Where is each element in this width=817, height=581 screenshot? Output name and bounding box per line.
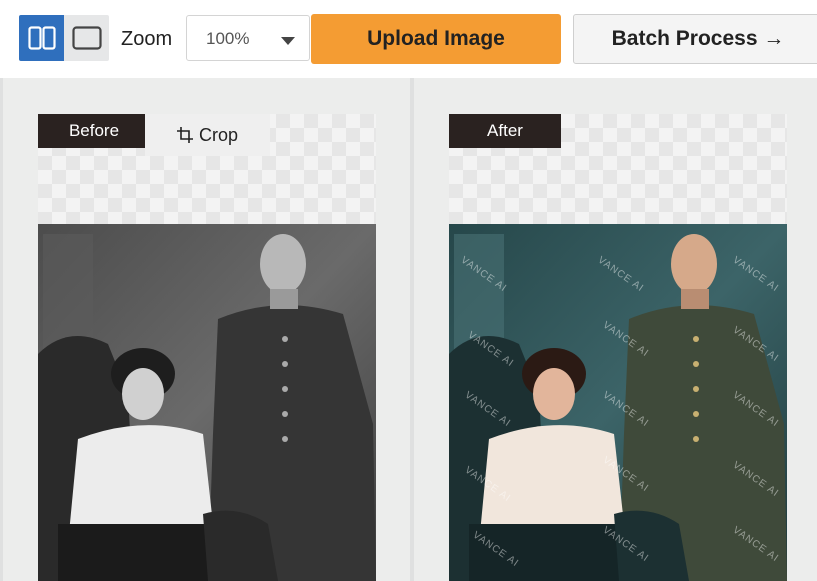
- after-image: VANCE AI VANCE AI VANCE AI VANCE AI VANC…: [449, 224, 787, 581]
- single-view-button[interactable]: [64, 15, 109, 61]
- chevron-down-icon: [281, 37, 295, 45]
- crop-icon: [176, 127, 193, 143]
- single-view-icon: [71, 26, 102, 50]
- crop-label: Crop: [198, 124, 238, 145]
- before-tag: Before: [38, 114, 150, 148]
- after-tag: After: [449, 114, 561, 148]
- split-view-button[interactable]: [19, 15, 64, 61]
- zoom-label: Zoom: [121, 28, 173, 50]
- zoom-value: 100%: [206, 29, 250, 48]
- split-view-icon: [27, 26, 56, 50]
- batch-process-button[interactable]: Batch Process →: [573, 14, 817, 64]
- crop-button[interactable]: Crop: [145, 114, 270, 156]
- zoom-select[interactable]: 100%: [186, 15, 310, 61]
- before-image: [38, 224, 376, 581]
- before-photo-graphic: [38, 224, 376, 581]
- view-mode-toggle: [19, 15, 109, 61]
- toolbar: Zoom 100% Upload Image Batch Process →: [0, 0, 817, 78]
- upload-image-button[interactable]: Upload Image: [311, 14, 561, 64]
